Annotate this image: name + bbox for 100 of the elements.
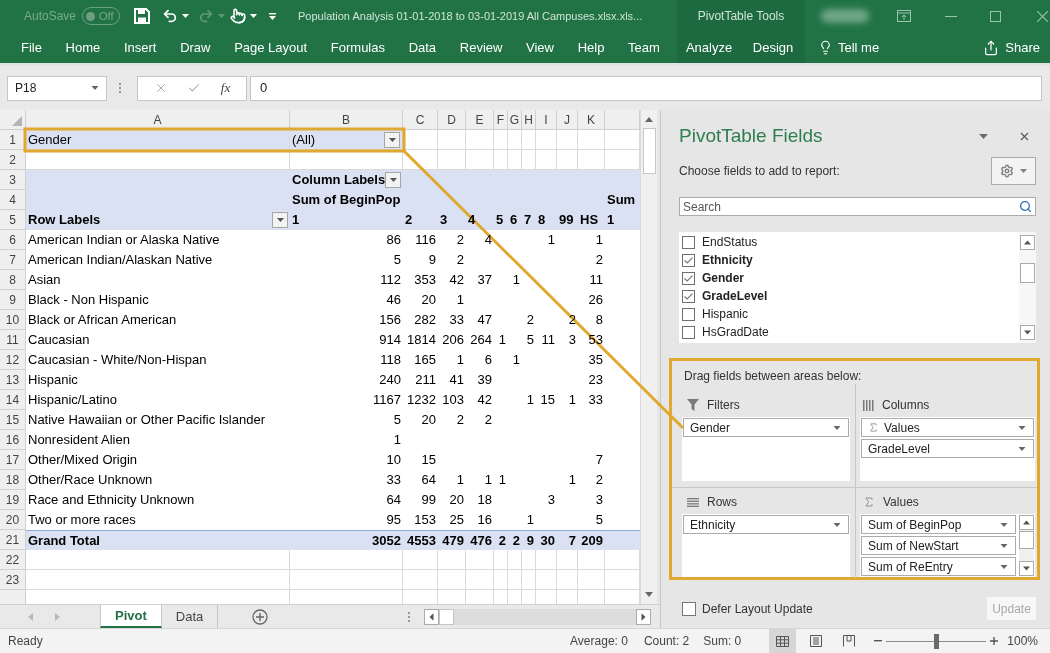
scroll-up-icon[interactable] (645, 117, 653, 122)
search-icon[interactable] (1019, 200, 1032, 213)
formula-input[interactable]: 0 (250, 75, 1042, 101)
table-cell-text: 914 (378, 331, 402, 350)
add-sheet-icon[interactable] (252, 608, 269, 625)
area-title: Filters (707, 397, 740, 414)
pane-options-caret-icon[interactable] (979, 134, 988, 139)
table-cell-text: 2 (497, 531, 507, 550)
empty-cell (494, 550, 508, 570)
checkbox[interactable] (682, 307, 695, 321)
ribbon-tab[interactable]: Design (741, 32, 805, 63)
maximize-icon[interactable] (990, 10, 1001, 22)
ribbon-tab[interactable]: Analyze (677, 32, 741, 63)
save-icon[interactable] (134, 8, 151, 24)
area-drop-zone[interactable]: Sum of BeginPop Sum of NewStart Sum of ReEntry (860, 514, 1035, 577)
caret-icon[interactable] (91, 86, 99, 90)
column-header: J (557, 110, 578, 130)
scrollbar-thumb[interactable] (642, 128, 656, 174)
scroll-down-icon[interactable] (645, 592, 653, 597)
ribbon-tab[interactable]: Help (573, 37, 609, 58)
area-drop-zone[interactable]: Gender (682, 417, 850, 481)
checkbox[interactable] (682, 325, 695, 339)
tell-me-button[interactable]: Tell me (818, 32, 880, 63)
checkbox[interactable] (682, 235, 695, 249)
ribbon-tab[interactable]: Insert (119, 37, 161, 58)
ribbon-tab[interactable]: Formulas (326, 37, 389, 58)
search-field[interactable]: Search (679, 197, 1036, 216)
table-cell-text: 20 (420, 291, 437, 310)
scrollbar-thumb[interactable] (439, 608, 455, 625)
field-pill[interactable]: Sum of NewStart (861, 536, 1016, 555)
field-pill[interactable]: Sum of ReEntry (861, 557, 1016, 576)
field-pill[interactable]: Gender (683, 418, 849, 437)
enter-check-icon[interactable] (187, 81, 202, 95)
table-cell-text: 2 (594, 471, 604, 490)
table-cell-text: 2 (525, 311, 535, 330)
close-icon[interactable] (1018, 130, 1031, 143)
table-cell-text: 7 (567, 531, 577, 550)
pane-subtitle: Choose fields to add to report: (679, 163, 840, 180)
close-icon[interactable] (1037, 10, 1048, 22)
field-name[interactable]: HsGradDate (702, 323, 769, 341)
scrollbar-thumb[interactable] (1019, 531, 1034, 549)
touch-caret-icon[interactable] (250, 14, 258, 18)
defer-layout-label: Defer Layout Update (702, 600, 813, 618)
zoom-in-icon[interactable] (990, 637, 999, 645)
column-header: B (290, 110, 403, 130)
area-drop-zone[interactable]: Values GradeLevel (860, 417, 1035, 481)
field-name[interactable]: Hispanic (702, 305, 749, 323)
customize-menu-icon[interactable] (269, 12, 277, 20)
view-button[interactable] (769, 629, 797, 653)
table-cell-text: 99 (420, 491, 437, 510)
ribbon-tab[interactable]: Draw (176, 37, 215, 58)
field-name[interactable]: Ethnicity (702, 251, 753, 269)
table-cell-text: 1 (546, 231, 556, 250)
sheet-tab[interactable]: Pivot (100, 605, 162, 628)
field-name[interactable]: Gender (702, 269, 744, 287)
name-box[interactable]: P18 (7, 75, 107, 101)
filter-dropdown-button[interactable] (385, 172, 401, 188)
ribbon-tab[interactable]: Data (404, 37, 441, 58)
insert-function-button[interactable]: fx (220, 78, 231, 98)
field-pill[interactable]: Values (861, 418, 1034, 437)
row-number: 3 (0, 170, 26, 190)
scroll-up-icon[interactable] (1019, 515, 1034, 530)
table-cell-text: 35 (587, 351, 604, 370)
checkbox[interactable] (682, 601, 696, 616)
table-cell-text: American Indian/Alaskan Native (27, 251, 214, 270)
filter-dropdown-button[interactable] (272, 212, 288, 228)
ribbon-tab[interactable]: Team (624, 37, 664, 58)
field-name[interactable]: EndStatus (702, 233, 758, 251)
empty-cell (536, 130, 557, 150)
undo-caret-icon[interactable] (182, 14, 190, 18)
field-pill[interactable]: GradeLevel (861, 439, 1034, 458)
field-settings-button[interactable] (991, 157, 1036, 185)
scrollbar-thumb[interactable] (1020, 263, 1035, 283)
minimize-icon[interactable] (945, 15, 957, 17)
filter-dropdown-button[interactable] (384, 131, 400, 148)
splitter-grip-icon[interactable] (408, 611, 411, 622)
field-pill[interactable]: Ethnicity (683, 515, 849, 534)
ribbon-display-icon[interactable] (897, 10, 911, 22)
ribbon-tab[interactable]: Home (61, 37, 105, 58)
ribbon-tab[interactable]: Page Layout (230, 37, 312, 58)
zoom-slider-thumb[interactable] (934, 633, 940, 649)
scroll-down-icon[interactable] (1019, 561, 1034, 576)
checkbox[interactable] (682, 253, 695, 267)
checkbox[interactable] (682, 271, 695, 285)
table-cell-text: Sum of BeginPop (291, 191, 402, 210)
area-drop-zone[interactable]: Ethnicity (682, 514, 850, 577)
share-button[interactable]: Share (983, 32, 1040, 63)
ribbon-tab[interactable]: File (17, 37, 46, 58)
scroll-left-icon[interactable] (424, 608, 440, 625)
scroll-right-icon[interactable] (636, 608, 652, 625)
ribbon-tab[interactable]: Review (455, 37, 507, 58)
field-name[interactable]: GradeLevel (702, 287, 768, 305)
undo-icon[interactable] (162, 8, 179, 24)
table-cell-text: 1 (497, 471, 507, 490)
touch-hand-icon[interactable] (230, 8, 247, 24)
ribbon-tab[interactable]: View (522, 37, 558, 58)
field-pill[interactable]: Sum of BeginPop (861, 515, 1016, 534)
scroll-up-icon[interactable] (1020, 235, 1035, 250)
checkbox[interactable] (682, 289, 695, 303)
scroll-down-icon[interactable] (1020, 325, 1035, 340)
